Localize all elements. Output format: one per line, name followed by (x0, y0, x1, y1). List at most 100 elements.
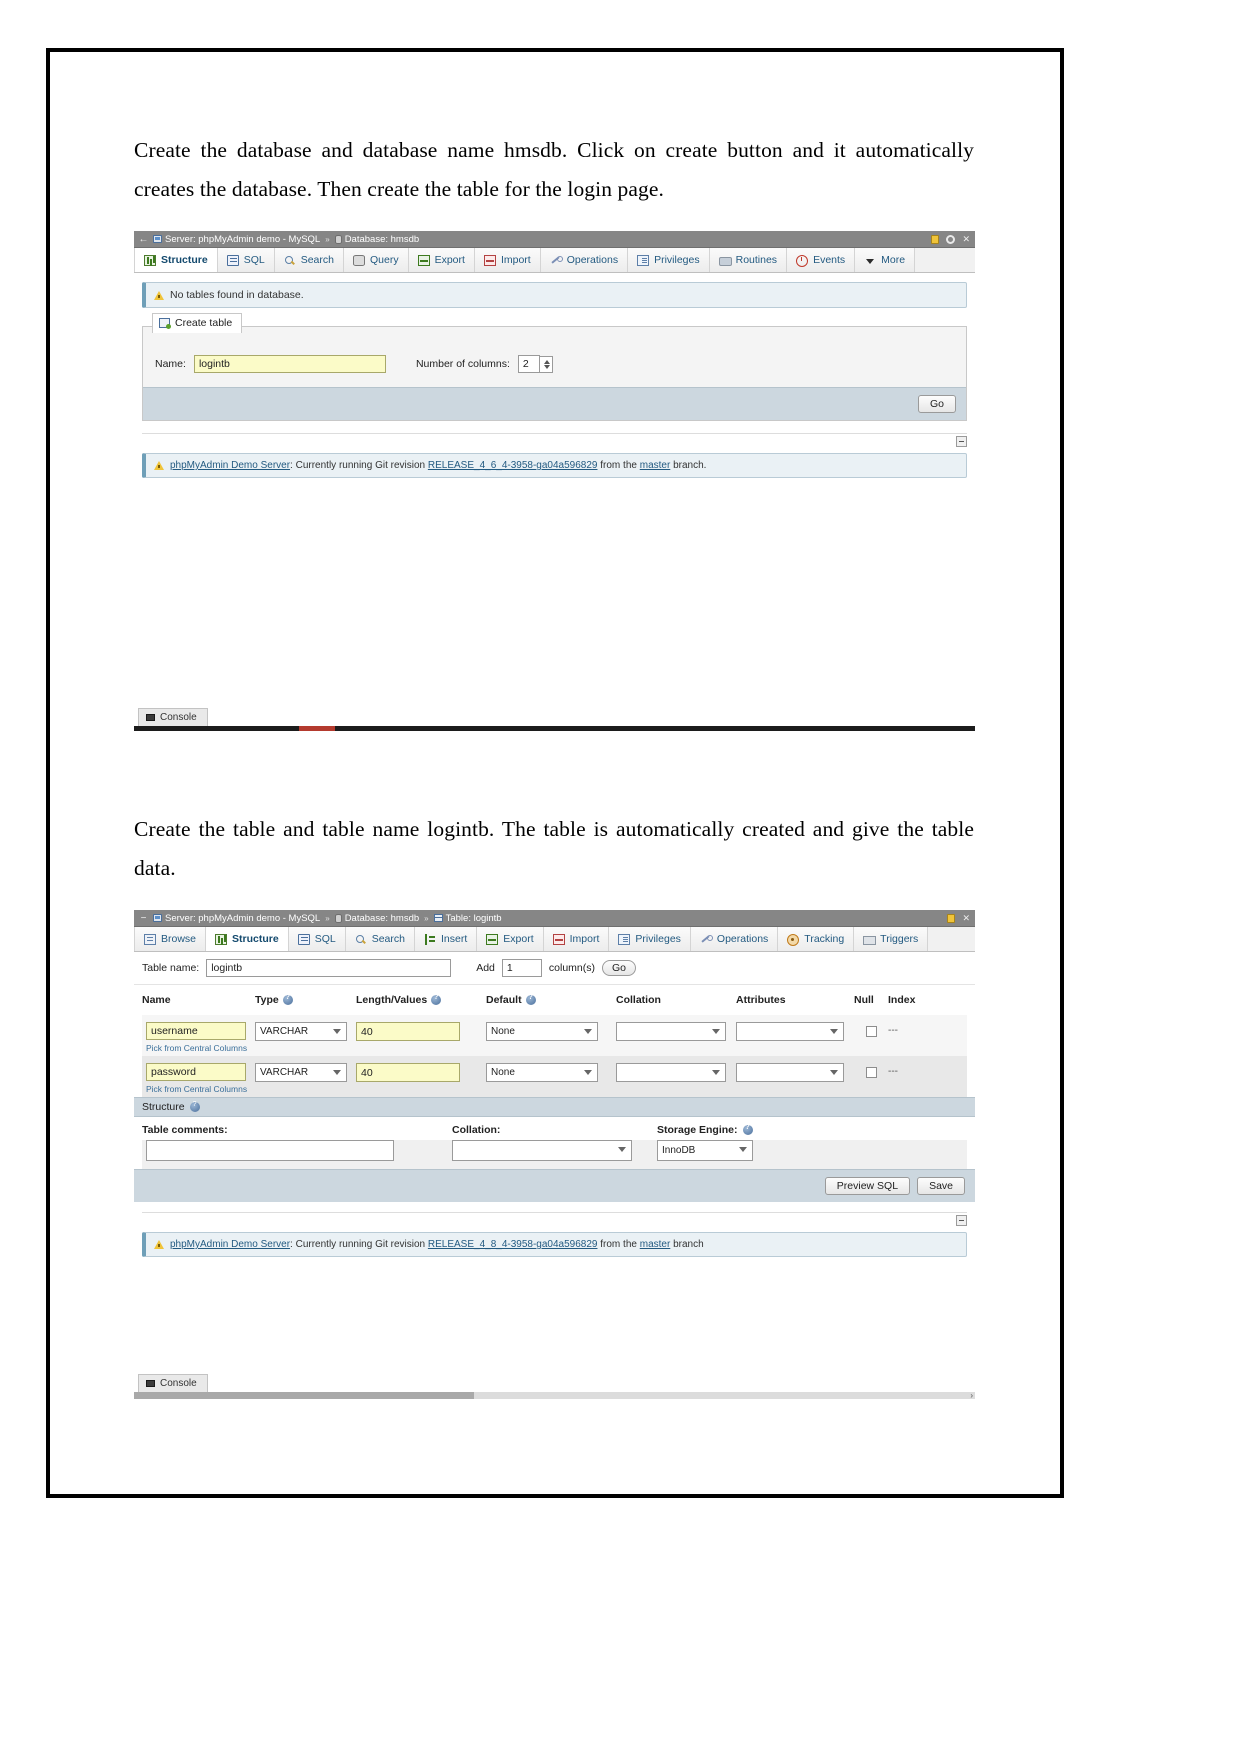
column-null-checkbox[interactable] (865, 1026, 877, 1037)
breadcrumb-database-label[interactable]: Database: hmsdb (345, 913, 419, 924)
column-index-value[interactable]: --- (888, 1025, 948, 1036)
collapse-icon[interactable]: ← (138, 234, 149, 245)
save-button[interactable]: Save (917, 1177, 965, 1195)
column-null-checkbox[interactable] (865, 1067, 877, 1078)
tab-label: Insert (441, 933, 468, 945)
create-table-legend: Create table (152, 313, 243, 333)
stepper-arrows-icon[interactable] (539, 355, 553, 373)
scroll-right-icon[interactable]: › (970, 1391, 973, 1399)
breadcrumb-database-label[interactable]: Database: hmsdb (345, 234, 419, 245)
table-name-input[interactable] (193, 355, 386, 373)
tab-export[interactable]: Export (408, 248, 475, 272)
help-icon[interactable] (189, 1101, 200, 1112)
breadcrumb-bar: ← Server: phpMyAdmin demo - MySQL » Data… (134, 231, 975, 248)
tab-search[interactable]: Search (345, 927, 415, 951)
add-columns-input[interactable] (501, 959, 542, 977)
console-label: Console (160, 712, 197, 723)
column-default-select[interactable]: None (486, 1022, 598, 1041)
release-link[interactable]: RELEASE_4_8_4-3958-ga04a596829 (428, 1239, 598, 1250)
help-icon[interactable] (282, 994, 293, 1005)
tab-insert[interactable]: Insert (415, 927, 478, 951)
tab-structure[interactable]: Structure (134, 248, 218, 272)
demo-server-link[interactable]: phpMyAdmin Demo Server (170, 1239, 290, 1250)
preview-sql-button[interactable]: Preview SQL (824, 1177, 911, 1195)
lock-icon[interactable] (947, 914, 956, 923)
column-name-input[interactable] (146, 1063, 246, 1081)
release-link[interactable]: RELEASE_4_6_4-3958-ga04a596829 (428, 460, 598, 471)
tab-triggers[interactable]: Triggers (854, 927, 929, 951)
tab-import[interactable]: Import (543, 927, 610, 951)
tab-structure[interactable]: Structure (206, 927, 289, 951)
storage-engine-label: Storage Engine: (657, 1124, 753, 1136)
table-name-input[interactable] (206, 959, 452, 977)
pick-central-columns-link[interactable]: Pick from Central Columns (146, 1084, 255, 1094)
console-toggle[interactable]: Console (138, 1374, 208, 1392)
breadcrumb-server-label[interactable]: Server: phpMyAdmin demo - MySQL (165, 234, 320, 245)
breadcrumb-table-label[interactable]: Table: logintb (446, 913, 502, 924)
tab-browse[interactable]: Browse (134, 927, 207, 951)
column-type-select[interactable]: VARCHAR (255, 1022, 347, 1041)
pick-central-columns-link[interactable]: Pick from Central Columns (146, 1043, 255, 1053)
export-icon (486, 933, 499, 945)
help-icon[interactable] (525, 994, 536, 1005)
tab-events[interactable]: Events (787, 248, 856, 272)
paragraph-create-table: Create the table and table name logintb.… (134, 810, 974, 888)
columns-stepper[interactable] (517, 355, 553, 373)
columns-input[interactable] (517, 355, 540, 373)
breadcrumb-server-label[interactable]: Server: phpMyAdmin demo - MySQL (165, 913, 320, 924)
window-controls: ✕ (947, 910, 970, 927)
tab-operations[interactable]: Operations (540, 248, 629, 272)
go-button[interactable]: Go (601, 960, 636, 976)
column-attributes-select[interactable] (736, 1022, 844, 1041)
window-controls: ✕ (931, 231, 970, 248)
column-collation-select[interactable] (616, 1063, 726, 1082)
tab-sql[interactable]: SQL (288, 927, 346, 951)
scrollbar-thumb[interactable] (134, 1392, 474, 1399)
main-tab-bar: Structure SQL Search Query Export Import… (134, 248, 975, 273)
server-icon (153, 235, 162, 243)
table-comments-input[interactable] (146, 1140, 394, 1161)
column-name-input[interactable] (146, 1022, 246, 1040)
sql-icon (297, 933, 310, 945)
column-length-input[interactable] (356, 1063, 460, 1082)
horizontal-scrollbar[interactable]: › (134, 1391, 975, 1399)
column-attributes-select[interactable] (736, 1063, 844, 1082)
chevron-down-icon (584, 1070, 592, 1075)
close-icon[interactable]: ✕ (962, 914, 970, 923)
minimize-icon[interactable] (956, 1215, 967, 1226)
collation-select[interactable] (452, 1140, 632, 1161)
branch-link[interactable]: master (640, 460, 671, 471)
tab-privileges[interactable]: Privileges (628, 248, 710, 272)
tab-search[interactable]: Search (274, 248, 344, 272)
branch-link[interactable]: master (640, 1239, 671, 1250)
browse-icon (144, 933, 156, 945)
tab-more[interactable]: More (855, 248, 916, 272)
collapse-icon[interactable]: − (138, 913, 149, 924)
help-icon[interactable] (742, 1124, 753, 1135)
go-button[interactable]: Go (917, 395, 956, 413)
column-index-value[interactable]: --- (888, 1066, 948, 1077)
tab-tracking[interactable]: Tracking (778, 927, 855, 951)
demo-server-link[interactable]: phpMyAdmin Demo Server (170, 460, 290, 471)
help-icon[interactable] (431, 994, 442, 1005)
close-icon[interactable]: ✕ (962, 235, 970, 244)
tab-routines[interactable]: Routines (709, 248, 788, 272)
breadcrumb-separator: » (325, 913, 330, 923)
storage-engine-select[interactable]: InnoDB (657, 1140, 753, 1161)
tab-sql[interactable]: SQL (217, 248, 275, 272)
minimize-icon[interactable] (956, 436, 967, 447)
lock-icon[interactable] (931, 235, 940, 244)
console-toggle[interactable]: Console (138, 708, 208, 726)
tab-privileges[interactable]: Privileges (609, 927, 691, 951)
export-icon (417, 254, 430, 266)
tab-import[interactable]: Import (474, 248, 541, 272)
tab-operations[interactable]: Operations (690, 927, 779, 951)
tab-export[interactable]: Export (477, 927, 544, 951)
tab-query[interactable]: Query (343, 248, 409, 272)
column-length-input[interactable] (356, 1022, 460, 1041)
column-collation-select[interactable] (616, 1022, 726, 1041)
warning-icon (154, 290, 164, 300)
column-type-select[interactable]: VARCHAR (255, 1063, 347, 1082)
gear-icon[interactable] (946, 235, 956, 244)
column-default-select[interactable]: None (486, 1063, 598, 1082)
